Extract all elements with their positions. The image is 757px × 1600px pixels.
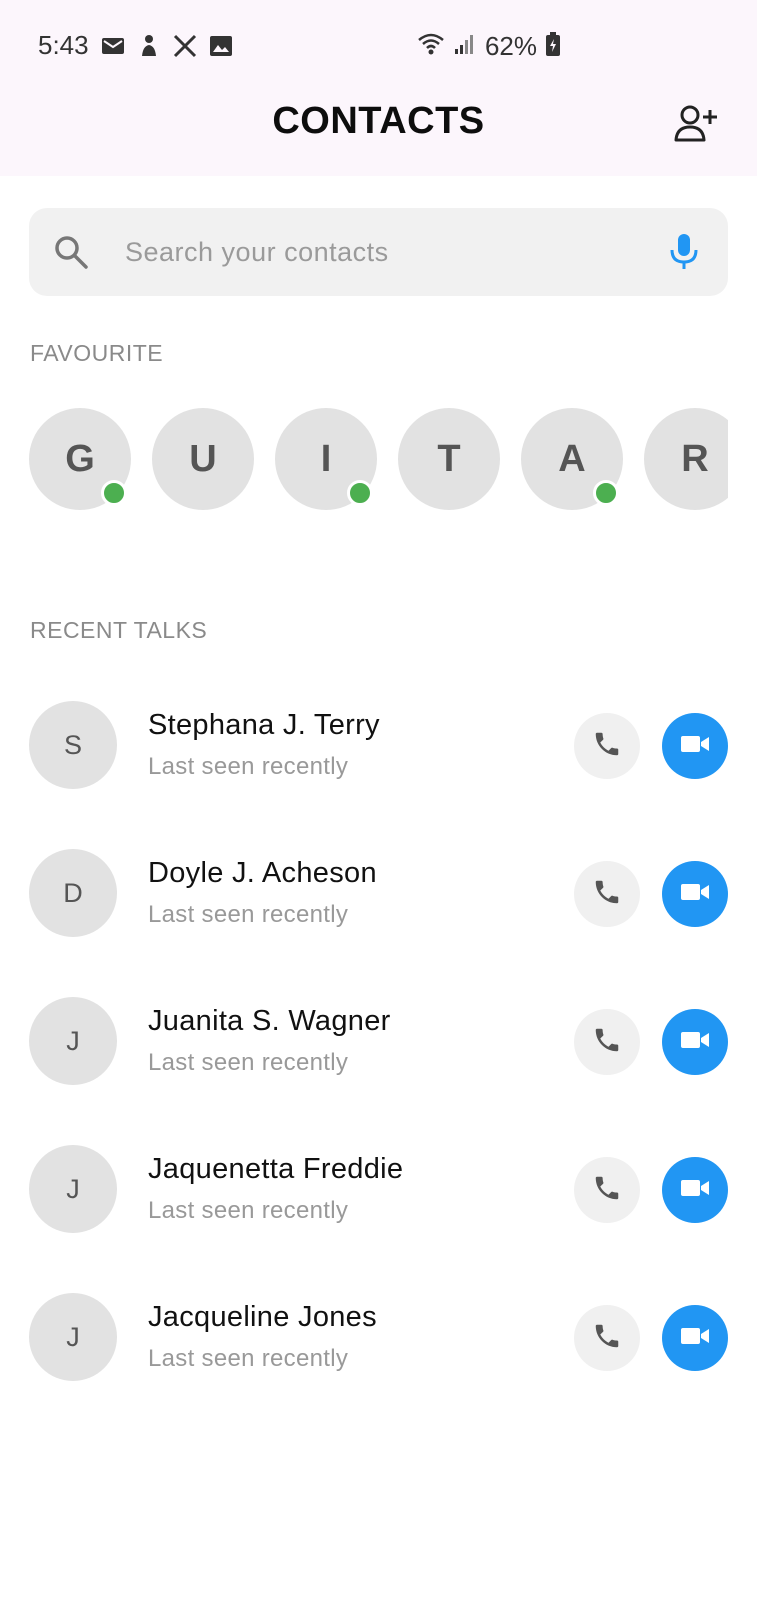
online-indicator xyxy=(593,480,619,506)
call-button[interactable] xyxy=(574,1305,640,1371)
favourite-section-label: FAVOURITE xyxy=(30,340,164,366)
phone-icon xyxy=(592,1025,622,1060)
signal-icon xyxy=(453,32,477,61)
list-item[interactable]: S Stephana J. Terry Last seen recently xyxy=(29,701,728,791)
online-indicator xyxy=(101,480,127,506)
battery-icon xyxy=(545,31,561,62)
favourite-contact[interactable]: T xyxy=(398,408,500,510)
avatar: D xyxy=(29,849,117,937)
search-bar[interactable] xyxy=(29,208,728,296)
notification-icons xyxy=(100,30,234,62)
avatar-initial: S xyxy=(63,729,82,760)
video-call-button[interactable] xyxy=(662,713,728,779)
wifi-icon xyxy=(417,32,445,61)
call-button[interactable] xyxy=(574,713,640,779)
last-seen-status: Last seen recently xyxy=(148,753,349,780)
x-logo-icon xyxy=(172,33,198,59)
add-person-icon xyxy=(673,104,719,149)
last-seen-status: Last seen recently xyxy=(148,901,349,928)
phone-icon xyxy=(592,1173,622,1208)
video-camera-icon xyxy=(679,732,711,761)
list-item[interactable]: J Juanita S. Wagner Last seen recently xyxy=(29,997,728,1087)
avatar-initial: J xyxy=(66,1025,80,1056)
avatar-initial: D xyxy=(63,877,83,908)
recent-section-label: RECENT TALKS xyxy=(30,617,208,643)
contact-name: Jacqueline Jones xyxy=(148,1301,377,1333)
app-bar: 5:43 62% CONTACTS xyxy=(0,0,757,176)
video-call-button[interactable] xyxy=(662,1009,728,1075)
mail-icon xyxy=(100,33,126,59)
phone-icon xyxy=(592,877,622,912)
video-call-button[interactable] xyxy=(662,1157,728,1223)
figure-icon xyxy=(136,33,162,59)
avatar: J xyxy=(29,1293,117,1381)
favourite-contact[interactable]: U xyxy=(152,408,254,510)
avatar-initial: J xyxy=(66,1173,80,1204)
video-camera-icon xyxy=(679,1324,711,1353)
status-time: 5:43 xyxy=(38,30,89,60)
phone-icon xyxy=(592,1321,622,1356)
contact-name: Stephana J. Terry xyxy=(148,709,380,741)
favourites-list: G U I T A R xyxy=(29,408,728,512)
last-seen-status: Last seen recently xyxy=(148,1197,349,1224)
call-button[interactable] xyxy=(574,1157,640,1223)
contact-name: Juanita S. Wagner xyxy=(148,1005,391,1037)
favourite-initial: T xyxy=(437,437,461,480)
video-camera-icon xyxy=(679,880,711,909)
video-call-button[interactable] xyxy=(662,1305,728,1371)
phone-icon xyxy=(592,729,622,764)
add-contact-button[interactable] xyxy=(673,104,719,149)
search-input[interactable] xyxy=(125,228,645,276)
favourite-contact[interactable]: G xyxy=(29,408,131,510)
contact-name: Doyle J. Acheson xyxy=(148,857,377,889)
image-icon xyxy=(208,33,234,59)
avatar-initial: J xyxy=(66,1321,80,1352)
status-bar: 5:43 62% xyxy=(0,0,757,90)
favourite-contact[interactable]: R xyxy=(644,408,728,510)
call-button[interactable] xyxy=(574,1009,640,1075)
online-indicator xyxy=(347,480,373,506)
favourite-initial: A xyxy=(558,437,586,480)
last-seen-status: Last seen recently xyxy=(148,1345,349,1372)
list-item[interactable]: J Jacqueline Jones Last seen recently xyxy=(29,1293,728,1383)
favourite-initial: G xyxy=(65,437,95,480)
avatar: J xyxy=(29,1145,117,1233)
video-call-button[interactable] xyxy=(662,861,728,927)
video-camera-icon xyxy=(679,1028,711,1057)
video-camera-icon xyxy=(679,1176,711,1205)
search-icon xyxy=(53,234,89,270)
list-item[interactable]: D Doyle J. Acheson Last seen recently xyxy=(29,849,728,939)
avatar: S xyxy=(29,701,117,789)
avatar: J xyxy=(29,997,117,1085)
favourite-initial: R xyxy=(681,437,709,480)
contact-name: Jaquenetta Freddie xyxy=(148,1153,404,1185)
favourite-initial: U xyxy=(189,437,217,480)
list-item[interactable]: J Jaquenetta Freddie Last seen recently xyxy=(29,1145,728,1235)
page-title: CONTACTS xyxy=(272,100,485,142)
favourite-contact[interactable]: I xyxy=(275,408,377,510)
last-seen-status: Last seen recently xyxy=(148,1049,349,1076)
battery-level: 62% xyxy=(484,30,537,61)
call-button[interactable] xyxy=(574,861,640,927)
mic-icon[interactable] xyxy=(666,232,702,272)
system-icons: 62% xyxy=(417,30,561,62)
favourite-contact[interactable]: A xyxy=(521,408,623,510)
favourite-initial: I xyxy=(320,437,332,480)
